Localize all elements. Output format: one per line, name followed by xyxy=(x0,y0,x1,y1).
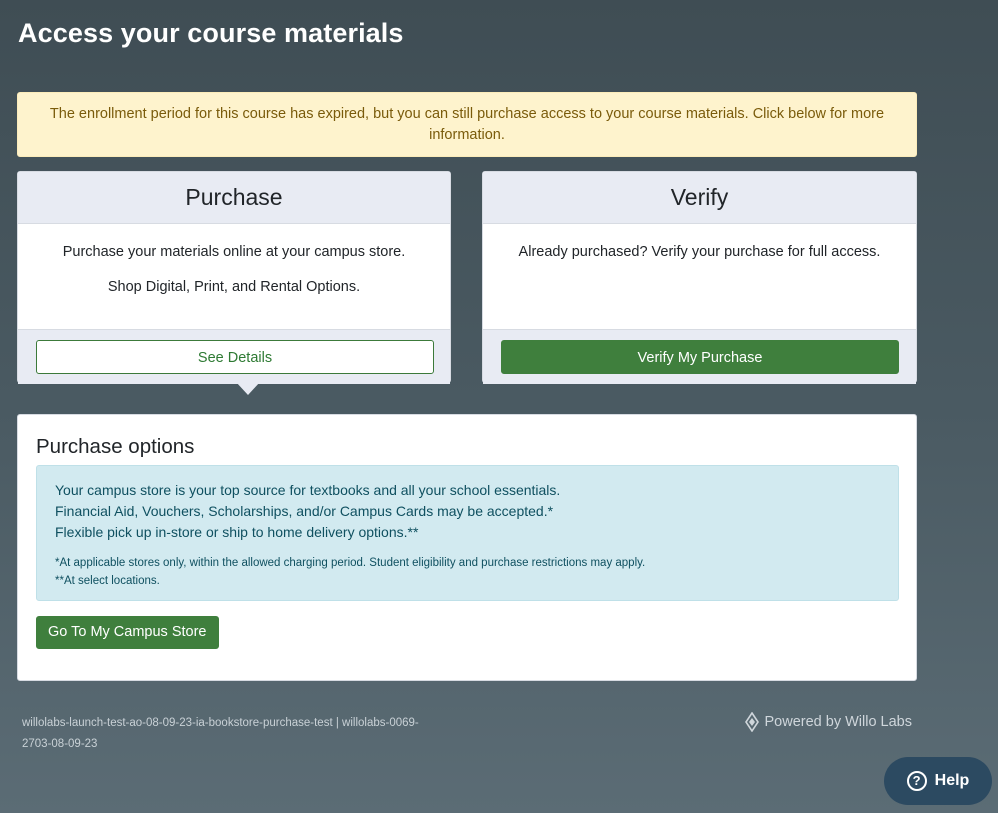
purchase-card-description: Purchase your materials online at your c… xyxy=(62,244,406,260)
purchase-card-title: Purchase xyxy=(18,172,450,224)
go-to-campus-store-button[interactable]: Go To My Campus Store xyxy=(36,616,219,649)
info-line: Flexible pick up in-store or ship to hom… xyxy=(55,524,419,540)
purchase-card-body: Purchase your materials online at your c… xyxy=(18,224,450,329)
verify-card-title: Verify xyxy=(483,172,916,224)
purchase-options-info-box: Your campus store is your top source for… xyxy=(36,465,899,601)
purchase-card-footer: See Details xyxy=(18,329,450,384)
verify-card-description: Already purchased? Verify your purchase … xyxy=(518,244,881,260)
verify-card-footer: Verify My Purchase xyxy=(483,329,916,384)
see-details-button[interactable]: See Details xyxy=(36,340,434,374)
powered-by[interactable]: Powered by Willo Labs xyxy=(744,712,913,732)
purchase-card: Purchase Purchase your materials online … xyxy=(17,171,451,395)
purchase-options-panel: Purchase options Your campus store is yo… xyxy=(17,414,917,681)
launch-identifier: willolabs-launch-test-ao-08-09-23-ia-boo… xyxy=(22,717,419,750)
info-line: Your campus store is your top source for… xyxy=(55,482,561,498)
info-footnotes: *At applicable stores only, within the a… xyxy=(55,554,880,590)
help-button[interactable]: ? Help xyxy=(884,757,992,805)
willo-labs-logo-icon xyxy=(744,712,759,732)
selected-card-pointer xyxy=(236,382,260,395)
verify-card: Verify Already purchased? Verify your pu… xyxy=(482,171,917,384)
info-line: Financial Aid, Vouchers, Scholarships, a… xyxy=(55,503,554,519)
verify-card-body: Already purchased? Verify your purchase … xyxy=(483,224,916,329)
purchase-options-title: Purchase options xyxy=(36,435,195,458)
purchase-card-options-text: Shop Digital, Print, and Rental Options. xyxy=(107,279,361,295)
footnote: **At select locations. xyxy=(55,575,160,587)
powered-by-label: Powered by Willo Labs xyxy=(764,714,913,730)
enrollment-expired-alert: The enrollment period for this course ha… xyxy=(17,92,917,157)
page-title: Access your course materials xyxy=(18,18,404,48)
verify-my-purchase-button[interactable]: Verify My Purchase xyxy=(501,340,899,374)
help-label: Help xyxy=(934,772,970,789)
question-circle-icon: ? xyxy=(906,771,927,791)
footnote: *At applicable stores only, within the a… xyxy=(55,557,646,569)
